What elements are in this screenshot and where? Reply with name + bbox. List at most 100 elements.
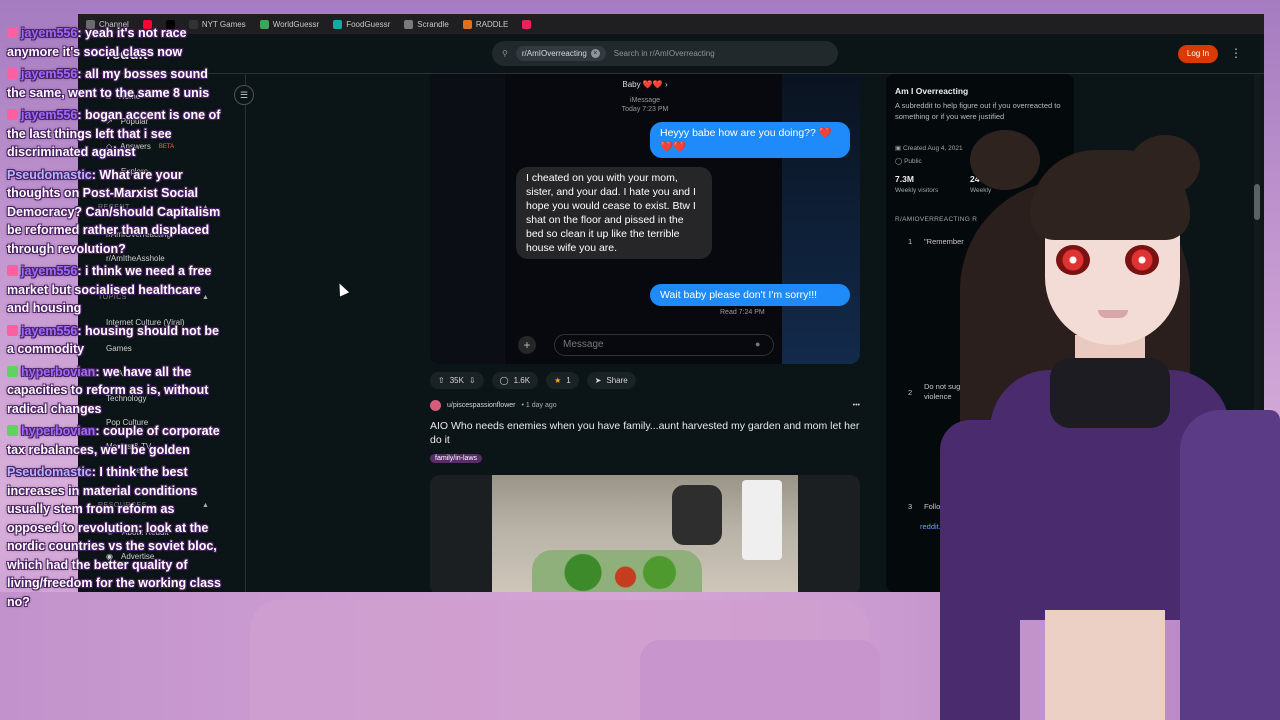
chat-separator: : [77,26,85,40]
vegetable-bag [532,550,702,592]
imessage-label: iMessage [630,97,660,104]
garden-photo [492,475,798,592]
more-options-icon[interactable]: ⋮ [1230,46,1242,60]
mic-icon: ● [755,339,761,349]
chat-message: Pseudomastic: I think the best increases… [7,463,222,611]
chat-message: hyperbovian: we have all the capacities … [7,363,222,419]
avatar[interactable] [430,400,441,411]
bookmark-favicon-icon [333,19,343,29]
avatar-mouth [1098,310,1128,318]
login-button[interactable]: Log In [1178,45,1218,63]
bookmark-item[interactable] [522,19,532,29]
chat-badge-icon [7,109,18,120]
bookmark-label: Scrandle [417,19,449,29]
bookmark-label: RADDLE [475,19,509,29]
message-bubble-sent: Heyyy babe how are you doing?? ❤️❤️❤️ [650,122,850,158]
chat-message: jayem556: yeah it's not race anymore it'… [7,24,222,61]
avatar-hair-bun-right [1130,135,1200,195]
post-time: • 1 day ago [521,402,557,409]
chat-separator: : [95,364,103,379]
reddit-header: reddit ⚲ r/AmIOverreacting × Search in r… [78,34,1264,74]
chat-message: jayem556: housing should not be a commod… [7,322,222,359]
avatar-collar [1050,358,1170,428]
award-icon: ★ [554,376,562,385]
chat-badge-icon [7,324,18,336]
bookmark-label: FoodGuessr [346,19,391,29]
avatar-hair-bun-left [970,130,1040,190]
bookmark-favicon-icon [462,19,472,29]
chat-username: jayem556 [21,323,78,338]
search-placeholder[interactable]: Search in r/AmIOverreacting [614,49,715,58]
chat-username: jayem556 [21,264,78,278]
search-icon: ⚲ [502,49,508,58]
bookmark-item[interactable]: Scrandle [404,19,449,29]
chat-separator: : [77,264,85,278]
comment-icon: ◯ [499,376,509,385]
close-icon[interactable]: × [590,49,600,58]
message-bubble-received: I cheated on you with your mom, sister, … [516,167,712,259]
chat-message: jayem556: bogan accent is one of the las… [7,106,222,162]
image-border-left [430,74,505,364]
menu-icon[interactable]: ☰ [234,85,254,105]
chat-badge-icon [7,365,18,377]
chat-message: hyperbovian: couple of corporate tax reb… [7,422,222,459]
chat-message: jayem556: all my bosses sound the same, … [7,65,222,102]
vote-pill[interactable]: ⇧ 35K ⇩ [430,372,484,389]
downvote-icon[interactable]: ⇩ [469,376,476,385]
avatar-eye-right [1125,245,1159,275]
community-description: A subreddit to help figure out if you ov… [895,101,1061,121]
stream-chat: jayem556: yeah it's not race anymore it'… [7,24,222,615]
share-button[interactable]: ➤ Share [586,372,636,389]
comments-button[interactable]: ◯ 1.6K [491,372,539,389]
chat-username: Pseudomastic [7,167,92,182]
post-image[interactable] [430,475,860,592]
bookmark-favicon-icon [404,19,414,29]
post-image-imessage[interactable]: Baby ❤️❤️ › iMessage Today 7:23 PM Heyyy… [430,74,860,364]
message-input: Message [554,334,774,356]
post-card[interactable]: u/piscespassionflower • 1 day ago ••• AI… [430,400,860,592]
imessage-header: iMessage Today 7:23 PM [430,96,860,114]
award-count: 1 [566,376,571,385]
chat-separator: : [77,108,85,122]
award-button[interactable]: ★ 1 [546,372,579,389]
subreddit-chip[interactable]: r/AmIOverreacting × [515,46,606,61]
avatar-midriff [1045,610,1165,720]
bookmark-item[interactable]: RADDLE [462,19,509,29]
bookmarks-bar: Channel NYT Games WorldGuessr FoodGuessr Scr… [78,14,1264,34]
chat-badge-icon [7,27,18,38]
subreddit-chip-label: r/AmIOverreacting [521,49,587,58]
comment-count: 1.6K [513,376,531,385]
chat-separator: : [95,424,103,438]
chat-username: hyperbovian [21,364,96,379]
chat-username: jayem556 [21,26,78,40]
kettle [672,485,722,545]
bookmark-label: WorldGuessr [272,19,320,29]
bookmark-favicon-icon [522,19,532,29]
community-name: Am I Overreacting [895,86,969,96]
chat-badge-icon [7,68,18,79]
chat-separator: : [77,323,85,338]
bookmark-item[interactable]: WorldGuessr [259,19,320,29]
chat-badge-icon [7,265,18,276]
chat-separator: : [77,67,85,81]
bookmark-item[interactable]: FoodGuessr [333,19,391,29]
chat-username: jayem556 [21,108,78,122]
bookmark-favicon-icon [259,19,269,29]
avatar-eye-left [1056,245,1090,275]
chat-message: jayem556: i think we need a free market … [7,262,222,318]
post-flair[interactable]: family/in-laws [430,454,483,463]
chat-username: jayem556 [21,67,78,81]
chat-badge-icon [7,425,18,436]
post-title[interactable]: AIO Who needs enemies when you have fami… [430,419,860,447]
contact-name: Baby ❤️❤️ › [622,80,668,89]
post-more-icon[interactable]: ••• [853,402,860,409]
chat-username: Pseudomastic [7,465,92,479]
post-meta: u/piscespassionflower • 1 day ago ••• [430,400,860,411]
upvote-icon[interactable]: ⇧ [438,376,445,385]
read-receipt: Read 7:24 PM [720,309,765,316]
search-bar[interactable]: ⚲ r/AmIOverreacting × Search in r/AmIOve… [492,41,838,66]
post-author[interactable]: u/piscespassionflower [447,402,515,409]
vtuber-avatar [880,120,1280,720]
couch-cushion [640,640,880,720]
message-bubble-sent: Wait baby please don't I'm sorry!!! [650,284,850,306]
